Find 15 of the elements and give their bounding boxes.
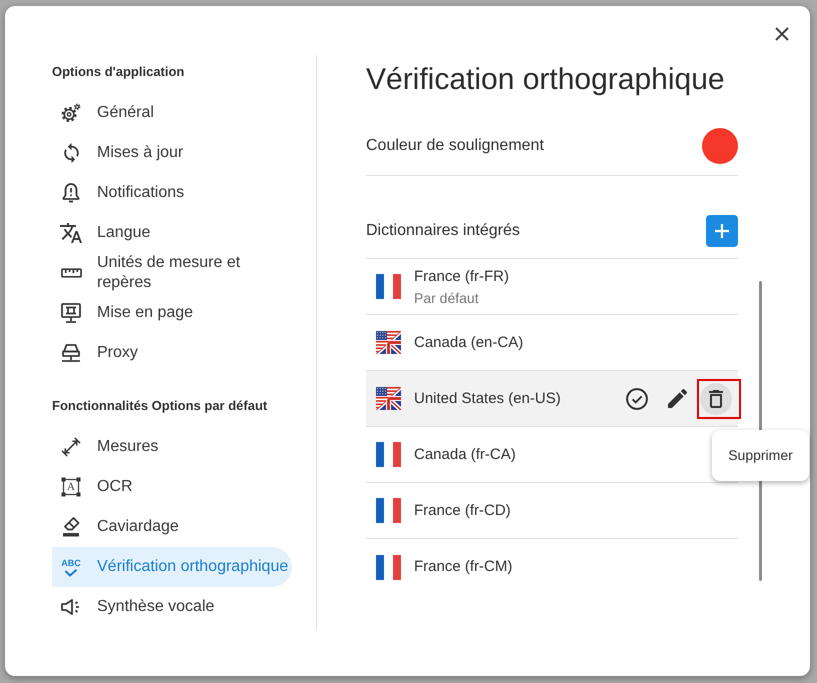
dictionary-name: United States (en-US) bbox=[414, 388, 561, 408]
dictionary-name: France (fr-CM) bbox=[414, 557, 512, 577]
default-label: Par défaut bbox=[414, 288, 480, 306]
dictionary-name: Canada (en-CA) bbox=[414, 332, 524, 352]
section-heading: Options d'application bbox=[52, 63, 186, 81]
dictionary-name: France (fr-FR) bbox=[414, 266, 509, 286]
icon-letters: ABC bbox=[61, 558, 81, 568]
tooltip: Supprimer bbox=[712, 430, 809, 481]
dictionary-name: Canada (fr-CA) bbox=[414, 444, 516, 464]
section-heading: Dictionnaires intégrés bbox=[366, 220, 520, 240]
dictionary-name: France (fr-CD) bbox=[414, 500, 511, 520]
setting-label: Couleur de soulignement bbox=[366, 136, 544, 156]
frame-letter: A bbox=[67, 481, 75, 493]
section-heading: Fonctionnalités Options par défaut bbox=[52, 397, 268, 415]
page-title: Vérification orthographique bbox=[366, 62, 726, 98]
